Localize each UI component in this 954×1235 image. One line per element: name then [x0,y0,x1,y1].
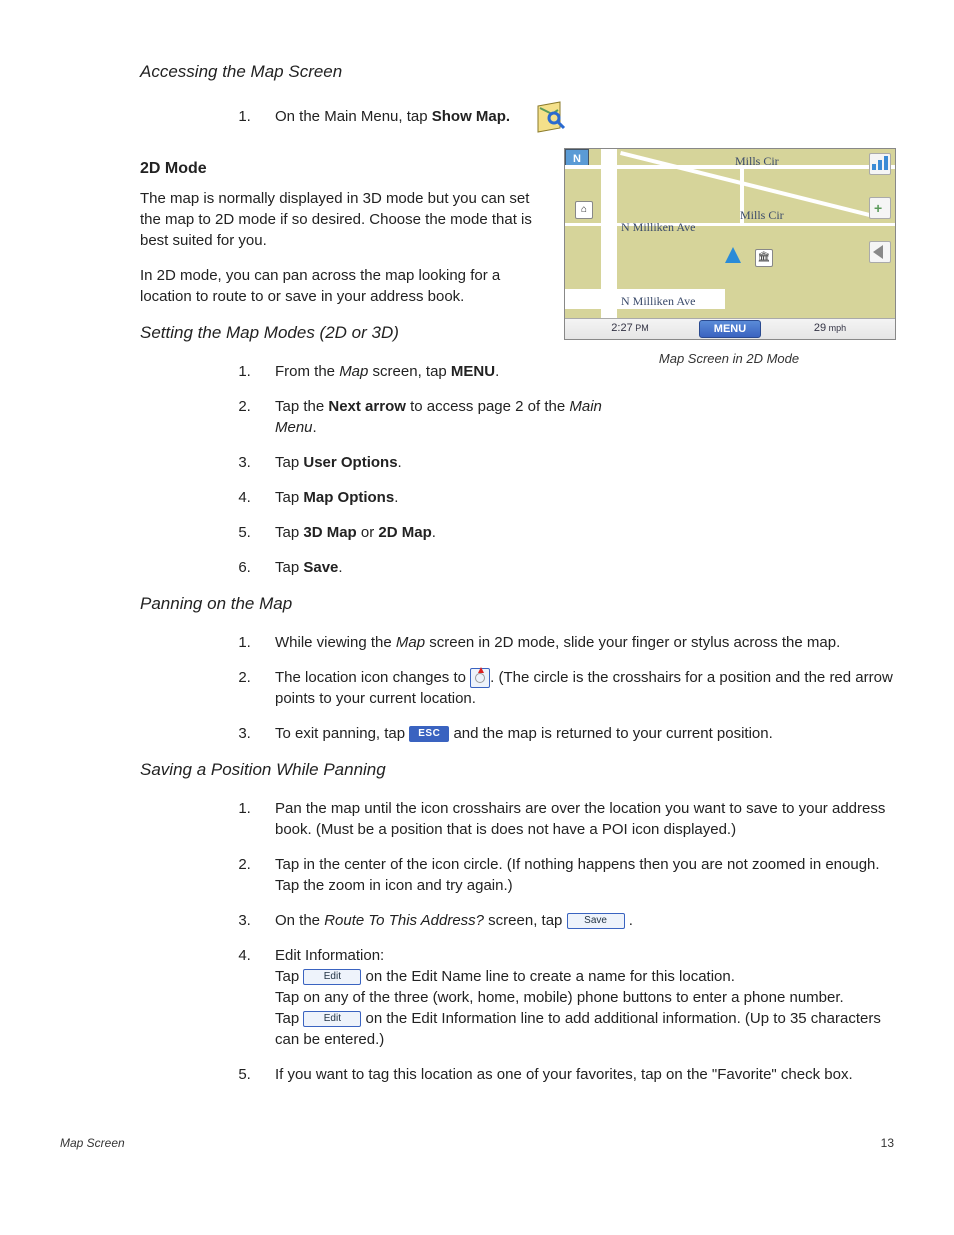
map-caption: Map Screen in 2D Mode [564,350,894,368]
map-figure: N Mills Cir Mills Cir N Milliken Ave N M… [564,148,894,368]
poi-bank-icon: 🏛 [755,249,773,267]
esc-button[interactable]: ESC [409,726,449,742]
show-map-icon [532,100,566,134]
list-item: The location icon changes to . (The circ… [255,667,894,709]
map-status-bar: 2:27 PM MENU 29 mph [565,318,895,339]
heading-panning: Panning on the Map [140,592,894,616]
list-item: Tap 3D Map or 2D Map. [255,522,894,543]
save-button[interactable]: Save [567,913,625,929]
list-item: Tap User Options. [255,452,894,473]
current-position-icon [725,247,741,263]
map-menu-button[interactable]: MENU [699,320,761,338]
page-footer: Map Screen 13 [60,1135,894,1152]
heading-saving: Saving a Position While Panning [140,758,894,782]
paragraph: The map is normally displayed in 3D mode… [140,188,540,251]
heading-accessing: Accessing the Map Screen [140,60,894,84]
text: On the Main Menu, tap [275,108,432,125]
signal-icon [869,153,891,175]
edit-button[interactable]: Edit [303,969,361,985]
crosshair-icon [470,668,490,688]
list-item: Tap the Next arrow to access page 2 of t… [255,396,615,438]
show-map-label: Show Map. [432,108,510,125]
street-label: Mills Cir [735,153,779,170]
list-item: Tap in the center of the icon circle. (I… [255,854,894,896]
footer-section: Map Screen [60,1135,125,1152]
list-item: If you want to tag this location as one … [255,1064,894,1085]
list-item: Pan the map until the icon crosshairs ar… [255,798,894,840]
street-label: Mills Cir [740,207,784,224]
list-item: Tap Map Options. [255,487,894,508]
list-item: To exit panning, tap ESC and the map is … [255,723,894,744]
map-screenshot: N Mills Cir Mills Cir N Milliken Ave N M… [564,148,896,340]
zoom-in-icon: + [869,197,891,219]
sound-icon [869,241,891,263]
list-item: While viewing the Map screen in 2D mode,… [255,632,894,653]
poi-home-icon: ⌂ [575,201,593,219]
street-label: N Milliken Ave [621,293,695,310]
accessing-step-1: On the Main Menu, tap Show Map. [255,100,894,134]
map-speed: 29 mph [765,321,895,336]
paragraph: In 2D mode, you can pan across the map l… [140,265,540,307]
list-item: On the Route To This Address? screen, ta… [255,910,894,931]
street-label: N Milliken Ave [621,219,695,236]
edit-button[interactable]: Edit [303,1011,361,1027]
map-time: 2:27 PM [565,321,695,336]
list-item: Tap Save. [255,557,894,578]
list-item: Edit Information: Tap Edit on the Edit N… [255,945,894,1050]
page-number: 13 [881,1135,894,1152]
